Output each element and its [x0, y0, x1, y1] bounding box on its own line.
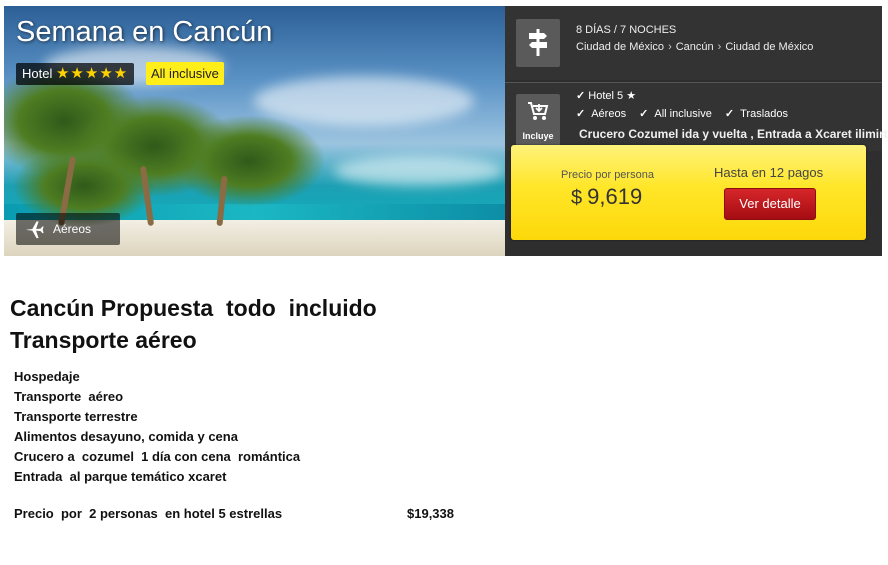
flights-label: Aéreos [53, 222, 92, 236]
price-box: Precio por persona $9,619 Hasta en 12 pa… [511, 145, 866, 240]
includes-transfers: Traslados [740, 108, 788, 120]
total-price-label: Precio por 2 personas en hotel 5 estrell… [14, 506, 283, 521]
hotel-rating-chip: Hotel ★★★★★ [16, 63, 135, 85]
includes-flights: Aéreos [591, 108, 627, 120]
list-item: Hospedaje [14, 369, 80, 384]
list-item: Crucero a cozumel 1 día con cena románti… [14, 449, 301, 464]
check-icon: ✓ [724, 108, 735, 120]
view-detail-button[interactable]: Ver detalle [724, 188, 816, 220]
itinerary-row: 8 DÍAS / 7 NOCHES Ciudad de México › Cancú… [505, 6, 882, 80]
includes-all-inclusive: All inclusive [654, 108, 712, 120]
star-icon: ★ [626, 90, 637, 102]
includes-hotel-label: Hotel 5 [588, 90, 624, 102]
shopping-cart-icon [528, 102, 549, 120]
list-item: Alimentos desayuno, comida y cena [14, 429, 238, 444]
includes-row: Incluye ✓ Hotel 5 ★ ✓ Aéreos ✓ All inclusi… [505, 82, 888, 151]
trip-duration: 8 DÍAS / 7 NOCHES [576, 24, 677, 36]
trip-route: Ciudad de México › Cancún › Ciudad de México [576, 41, 813, 53]
all-inclusive-badge: All inclusive [146, 62, 224, 85]
package-title: Semana en Cancún [16, 16, 273, 48]
price-per-person-label: Precio por persona [561, 169, 654, 181]
signpost-icon [516, 19, 560, 67]
price-per-person: $9,619 [571, 184, 642, 210]
includes-label: Incluye [522, 131, 554, 141]
installments-text: Hasta en 12 pagos [714, 165, 824, 180]
includes-icon-box: Incluye [516, 94, 560, 146]
price-currency: $ [571, 187, 583, 209]
hotel-label: Hotel [22, 66, 53, 81]
star-rating-icon: ★★★★★ [55, 65, 129, 82]
list-item: Transporte terrestre [14, 409, 138, 424]
list-item: Transporte aéreo [14, 389, 124, 404]
airplane-icon [25, 221, 44, 239]
check-icon: ✓ [576, 108, 586, 120]
route-origin: Ciudad de México [576, 41, 665, 53]
check-icon: ✓ [639, 108, 649, 120]
price-amount: 9,619 [587, 184, 643, 209]
flights-chip: Aéreos [16, 213, 120, 245]
list-item: Entrada al parque temático xcaret [14, 469, 227, 484]
hero-image: Semana en Cancún Hotel ★★★★★ All inclusi… [4, 6, 505, 256]
included-items-list: Hospedaje Transporte aéreo Transporte te… [14, 367, 300, 487]
route-destination: Cancún [675, 41, 714, 53]
chevron-right-icon: › [668, 41, 672, 53]
includes-services: ✓ Aéreos ✓ All inclusive ✓ Traslados [576, 107, 788, 120]
includes-hotel: ✓ Hotel 5 ★ [576, 89, 636, 102]
package-subheading: Transporte aéreo [10, 327, 197, 353]
includes-extras: Crucero Cozumel ida y vuelta , Entrada a… [579, 127, 888, 141]
check-icon: ✓ [576, 90, 589, 102]
chevron-right-icon: › [717, 41, 722, 53]
package-heading: Cancún Propuesta todo incluido [10, 295, 377, 321]
total-price-value: $19,338 [407, 506, 454, 521]
route-return: Ciudad de México [725, 41, 814, 53]
